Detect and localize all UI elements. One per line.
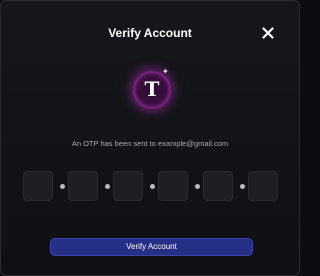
close-icon: [262, 27, 274, 39]
otp-digit-6[interactable]: [248, 171, 278, 201]
otp-digit-1[interactable]: [23, 171, 53, 201]
logo-letter: T: [144, 77, 160, 101]
dot-icon: [240, 184, 245, 189]
sparkle-icon: ✦: [162, 67, 169, 76]
verify-account-modal: Verify Account T ✦ An OTP has been sent …: [0, 0, 300, 276]
dot-icon: [150, 184, 155, 189]
otp-digit-3[interactable]: [113, 171, 143, 201]
modal-title: Verify Account: [108, 26, 192, 40]
dot-icon: [105, 184, 110, 189]
otp-digit-5[interactable]: [203, 171, 233, 201]
otp-sent-message: An OTP has been sent to example@gmail.co…: [71, 139, 229, 148]
otp-input-group: [23, 171, 281, 201]
otp-digit-2[interactable]: [68, 171, 98, 201]
verify-account-button[interactable]: Verify Account: [50, 238, 253, 256]
close-button[interactable]: [260, 25, 276, 41]
app-logo: T ✦: [129, 67, 175, 113]
dot-icon: [60, 184, 65, 189]
dot-icon: [195, 184, 200, 189]
otp-digit-4[interactable]: [158, 171, 188, 201]
